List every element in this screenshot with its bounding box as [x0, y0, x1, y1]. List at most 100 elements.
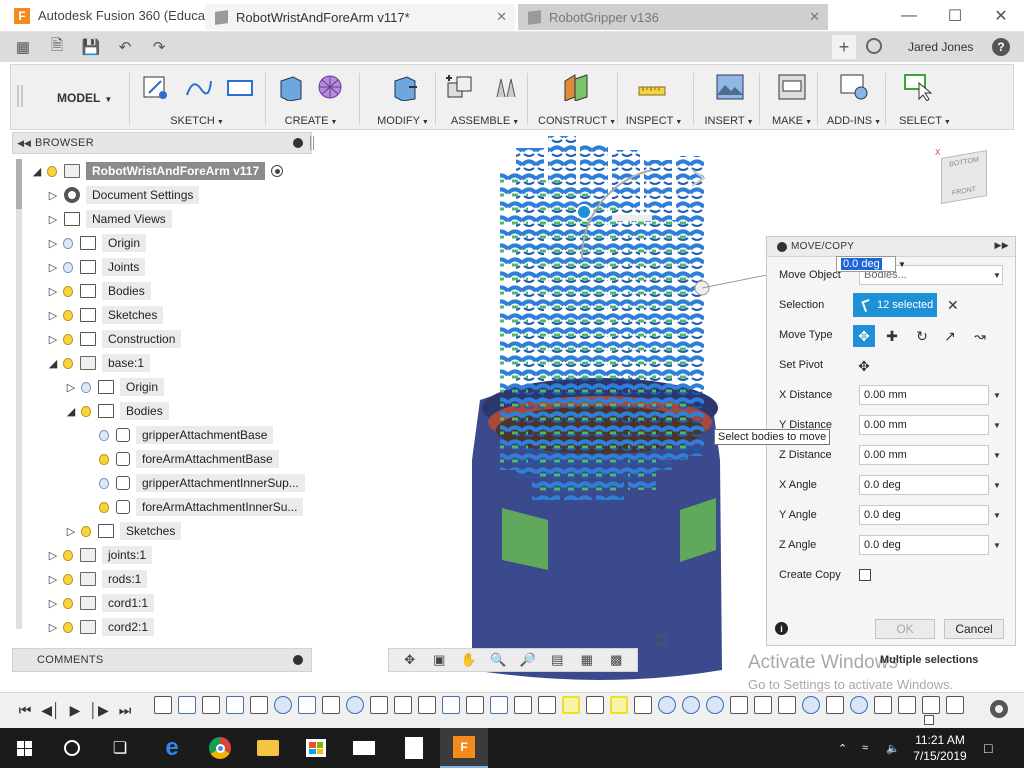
timeline-feature-icon[interactable]	[250, 696, 268, 714]
collapsed-triangle-icon[interactable]: ▷	[46, 281, 60, 301]
step-back-icon[interactable]: ◀│	[41, 701, 61, 719]
chevron-down-icon[interactable]: ▼	[993, 541, 1001, 550]
notifications-icon[interactable]: □	[984, 728, 992, 768]
viewports-icon[interactable]: ▩	[608, 652, 624, 668]
zoom-icon[interactable]: 🔍	[490, 652, 506, 668]
timeline-feature-icon[interactable]	[322, 696, 340, 714]
make-group[interactable]: MAKE ▼	[763, 65, 821, 131]
create-copy-checkbox[interactable]	[859, 569, 871, 581]
file-menu-icon[interactable]: 🗎	[44, 32, 70, 62]
tree-item-cord1[interactable]: ▷ cord1:1	[46, 593, 155, 613]
visibility-bulb-icon[interactable]	[60, 594, 76, 612]
collapsed-triangle-icon[interactable]: ▷	[46, 545, 60, 565]
fusion-taskbar-button[interactable]: F	[440, 728, 488, 768]
close-tab-icon[interactable]: ✕	[496, 9, 507, 25]
timeline-feature-icon[interactable]	[898, 696, 916, 714]
modify-group[interactable]: MODIFY ▼	[363, 65, 443, 131]
offset-plane-icon[interactable]	[561, 73, 591, 101]
redo-icon[interactable]: ↷	[146, 32, 172, 62]
tree-item-origin[interactable]: ▷ Origin	[46, 233, 147, 253]
visibility-bulb-icon[interactable]	[60, 330, 76, 348]
data-panel-grid-icon[interactable]: ▦	[10, 32, 36, 62]
tree-item-rods[interactable]: ▷ rods:1	[46, 569, 148, 589]
assemble-group[interactable]: ASSEMBLE ▼	[439, 65, 531, 131]
chevron-down-icon[interactable]: ▼	[993, 421, 1001, 430]
tab-robot-gripper[interactable]: RobotGripper v136 ✕	[518, 4, 828, 30]
comments-panel[interactable]: COMMENTS	[12, 648, 312, 672]
activate-component-radio[interactable]	[271, 165, 284, 177]
measure-icon[interactable]	[637, 73, 667, 101]
go-to-end-icon[interactable]: ⏭	[116, 701, 134, 719]
collapse-browser-icon[interactable]: ◀◀	[13, 138, 35, 149]
tree-item-document-settings[interactable]: ▷ Document Settings	[46, 185, 200, 205]
chevron-down-icon[interactable]: ▼	[898, 260, 906, 269]
tab-robot-wrist-and-forearm[interactable]: RobotWristAndForeArm v117* ✕	[205, 4, 515, 30]
collapsed-triangle-icon[interactable]: ▷	[64, 521, 78, 541]
inspect-group[interactable]: INSPECT ▼	[621, 65, 687, 131]
y-angle-input[interactable]: 0.0 deg	[859, 505, 989, 525]
volume-icon[interactable]: 🔈	[886, 728, 900, 768]
close-tab-icon[interactable]: ✕	[809, 9, 820, 25]
info-icon[interactable]: i	[775, 622, 788, 635]
job-status-icon[interactable]	[866, 38, 882, 54]
visibility-bulb-icon[interactable]	[60, 282, 76, 300]
timeline-feature-icon[interactable]	[874, 696, 892, 714]
visibility-bulb-icon[interactable]	[60, 306, 76, 324]
visibility-bulb-icon[interactable]	[96, 450, 112, 468]
select-icon[interactable]	[903, 73, 933, 101]
tree-item-body[interactable]: foreArmAttachmentInnerSu...	[96, 497, 304, 517]
form-icon[interactable]	[315, 73, 345, 101]
collapsed-triangle-icon[interactable]: ▷	[64, 377, 78, 397]
heads-up-angle-input[interactable]: 0.0 deg	[836, 256, 896, 272]
look-at-icon[interactable]: ▣	[431, 652, 447, 668]
timeline-feature-icon[interactable]	[154, 696, 172, 714]
network-icon[interactable]: ≈	[862, 728, 868, 768]
tree-item-base[interactable]: ◢ base:1	[46, 353, 151, 373]
display-settings-icon[interactable]: ▤	[549, 652, 565, 668]
visibility-bulb-icon[interactable]	[44, 162, 60, 180]
calculator-button[interactable]	[390, 728, 438, 768]
timeline-feature-icon[interactable]	[922, 696, 940, 714]
tree-item-joints[interactable]: ▷ Joints	[46, 257, 146, 277]
new-component-icon[interactable]	[445, 73, 475, 101]
visibility-bulb-icon[interactable]	[78, 378, 94, 396]
timeline-move-icon[interactable]	[682, 696, 700, 714]
visibility-bulb-icon[interactable]	[60, 234, 76, 252]
rectangle-icon[interactable]	[225, 73, 255, 101]
grid-icon[interactable]: ▦	[579, 652, 595, 668]
timeline-sketch-icon[interactable]	[298, 696, 316, 714]
store-button[interactable]	[292, 728, 340, 768]
expand-dialog-icon[interactable]: ▶▶	[995, 240, 1009, 251]
chevron-down-icon[interactable]: ▼	[993, 511, 1001, 520]
go-to-start-icon[interactable]: ⏮	[16, 701, 34, 719]
task-view-button[interactable]: ❏	[96, 728, 144, 768]
timeline-feature-icon[interactable]	[418, 696, 436, 714]
timeline-feature-icon[interactable]	[538, 696, 556, 714]
tree-item-sketches[interactable]: ▷ Sketches	[46, 305, 164, 325]
mail-button[interactable]	[340, 728, 388, 768]
chevron-down-icon[interactable]: ▼	[993, 271, 1001, 280]
new-tab-button[interactable]: +	[832, 35, 856, 59]
visibility-bulb-icon[interactable]	[60, 546, 76, 564]
visibility-bulb-icon[interactable]	[96, 426, 112, 444]
close-window-button[interactable]: ✕	[978, 0, 1024, 32]
timeline-move-icon[interactable]	[274, 696, 292, 714]
translate-icon[interactable]: ✚	[881, 325, 903, 347]
browser-header[interactable]: ◀◀ BROWSER	[12, 132, 314, 154]
tree-item-bodies[interactable]: ▷ Bodies	[46, 281, 151, 301]
tree-item-named-views[interactable]: ▷ Named Views	[46, 209, 172, 229]
timeline-feature-icon[interactable]	[202, 696, 220, 714]
timeline-feature-icon[interactable]	[826, 696, 844, 714]
timeline-feature-icon[interactable]	[466, 696, 484, 714]
create-sketch-icon[interactable]	[141, 73, 171, 101]
timeline-selected-sketch-icon[interactable]	[562, 696, 580, 714]
collapsed-triangle-icon[interactable]: ▷	[46, 305, 60, 325]
collapsed-triangle-icon[interactable]: ▷	[46, 329, 60, 349]
pan-hand-icon[interactable]: ✋	[461, 652, 477, 668]
chevron-down-icon[interactable]: ▼	[993, 451, 1001, 460]
visibility-bulb-icon[interactable]	[78, 522, 94, 540]
timeline-feature-icon[interactable]	[754, 696, 772, 714]
browser-scrollbar[interactable]	[16, 159, 22, 629]
timeline-feature-icon[interactable]	[514, 696, 532, 714]
x-angle-input[interactable]: 0.0 deg	[859, 475, 989, 495]
